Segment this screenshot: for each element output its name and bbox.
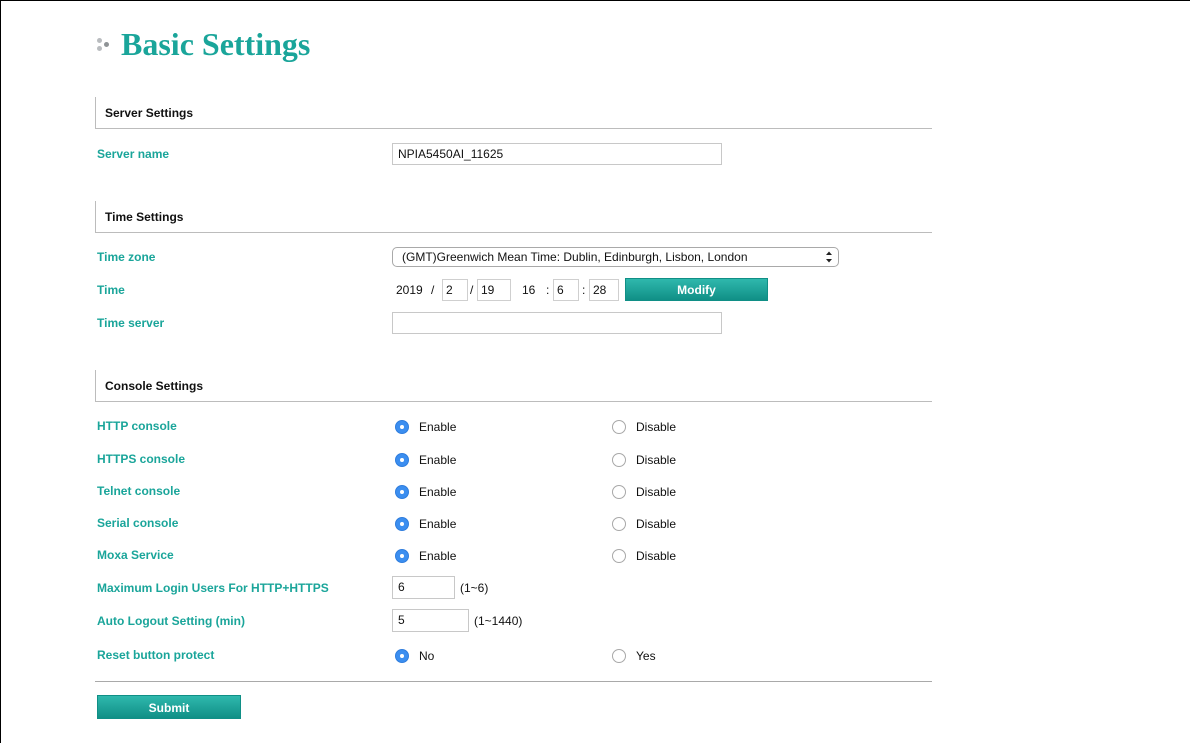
form-bottom-divider — [95, 681, 932, 682]
server-name-label: Server name — [97, 147, 170, 161]
reset-protect-yes-option[interactable]: Yes — [612, 646, 656, 666]
max-login-label: Maximum Login Users For HTTP+HTTPS — [97, 581, 329, 595]
https-console-label: HTTPS console — [97, 452, 186, 466]
auto-logout-input[interactable]: 5 — [392, 609, 469, 632]
time-hour-input[interactable]: 16 — [518, 279, 544, 301]
time-day-input[interactable]: 19 — [477, 279, 511, 301]
time-separator: : — [582, 283, 586, 297]
reset-protect-label: Reset button protect — [97, 648, 215, 662]
date-separator: / — [431, 283, 435, 297]
max-login-hint: (1~6) — [460, 581, 489, 595]
date-separator: / — [470, 283, 474, 297]
enable-label: Enable — [419, 420, 457, 434]
radio-selected-icon[interactable] — [395, 649, 409, 663]
disable-label: Disable — [636, 453, 677, 467]
select-arrows-icon — [826, 251, 832, 263]
time-server-input[interactable] — [392, 312, 722, 334]
time-year-input[interactable]: 2019 — [392, 279, 430, 301]
http-console-enable-option[interactable]: Enable — [395, 417, 456, 437]
server-name-input[interactable]: NPIA5450AI_11625 — [392, 143, 722, 165]
moxa-service-disable-option[interactable]: Disable — [612, 546, 676, 566]
telnet-console-label: Telnet console — [97, 484, 181, 498]
moxa-service-label: Moxa Service — [97, 548, 174, 562]
disable-label: Disable — [636, 517, 677, 531]
http-console-disable-option[interactable]: Disable — [612, 417, 676, 437]
telnet-console-disable-option[interactable]: Disable — [612, 482, 676, 502]
radio-unselected-icon[interactable] — [612, 549, 626, 563]
time-label: Time — [97, 283, 125, 297]
moxa-service-enable-option[interactable]: Enable — [395, 546, 456, 566]
time-zone-label: Time zone — [97, 250, 156, 264]
disable-label: Disable — [636, 420, 677, 434]
section-header-server: Server Settings — [95, 97, 932, 129]
serial-console-label: Serial console — [97, 516, 179, 530]
serial-console-disable-option[interactable]: Disable — [612, 514, 676, 534]
section-header-time: Time Settings — [95, 201, 932, 233]
reset-no-label: No — [419, 649, 435, 663]
https-console-disable-option[interactable]: Disable — [612, 450, 676, 470]
https-console-enable-option[interactable]: Enable — [395, 450, 456, 470]
time-month-input[interactable]: 2 — [442, 279, 468, 301]
radio-unselected-icon[interactable] — [612, 420, 626, 434]
radio-selected-icon[interactable] — [395, 420, 409, 434]
disable-label: Disable — [636, 549, 677, 563]
page-title-text: Basic Settings — [121, 26, 311, 62]
radio-selected-icon[interactable] — [395, 549, 409, 563]
radio-unselected-icon[interactable] — [612, 485, 626, 499]
radio-selected-icon[interactable] — [395, 485, 409, 499]
radio-unselected-icon[interactable] — [612, 517, 626, 531]
section-header-console: Console Settings — [95, 370, 932, 402]
max-login-input[interactable]: 6 — [392, 576, 455, 599]
auto-logout-label: Auto Logout Setting (min) — [97, 614, 245, 628]
telnet-console-enable-option[interactable]: Enable — [395, 482, 456, 502]
http-console-label: HTTP console — [97, 419, 177, 433]
reset-protect-no-option[interactable]: No — [395, 646, 434, 666]
enable-label: Enable — [419, 485, 457, 499]
time-separator: : — [546, 283, 550, 297]
reset-yes-label: Yes — [636, 649, 656, 663]
time-server-label: Time server — [97, 316, 165, 330]
time-minute-input[interactable]: 6 — [553, 279, 579, 301]
time-second-input[interactable]: 28 — [589, 279, 619, 301]
submit-button[interactable]: Submit — [97, 695, 241, 719]
page-title: Basic Settings — [95, 26, 310, 63]
enable-label: Enable — [419, 517, 457, 531]
time-zone-select[interactable]: (GMT)Greenwich Mean Time: Dublin, Edinbu… — [392, 247, 839, 267]
modify-time-button[interactable]: Modify — [625, 278, 768, 301]
radio-unselected-icon[interactable] — [612, 649, 626, 663]
serial-console-enable-option[interactable]: Enable — [395, 514, 456, 534]
disable-label: Disable — [636, 485, 677, 499]
radio-unselected-icon[interactable] — [612, 453, 626, 467]
enable-label: Enable — [419, 549, 457, 563]
auto-logout-hint: (1~1440) — [474, 614, 523, 628]
radio-selected-icon[interactable] — [395, 453, 409, 467]
radio-selected-icon[interactable] — [395, 517, 409, 531]
time-zone-value: (GMT)Greenwich Mean Time: Dublin, Edinbu… — [402, 250, 748, 264]
enable-label: Enable — [419, 453, 457, 467]
dots-bullet-icon — [95, 33, 117, 57]
